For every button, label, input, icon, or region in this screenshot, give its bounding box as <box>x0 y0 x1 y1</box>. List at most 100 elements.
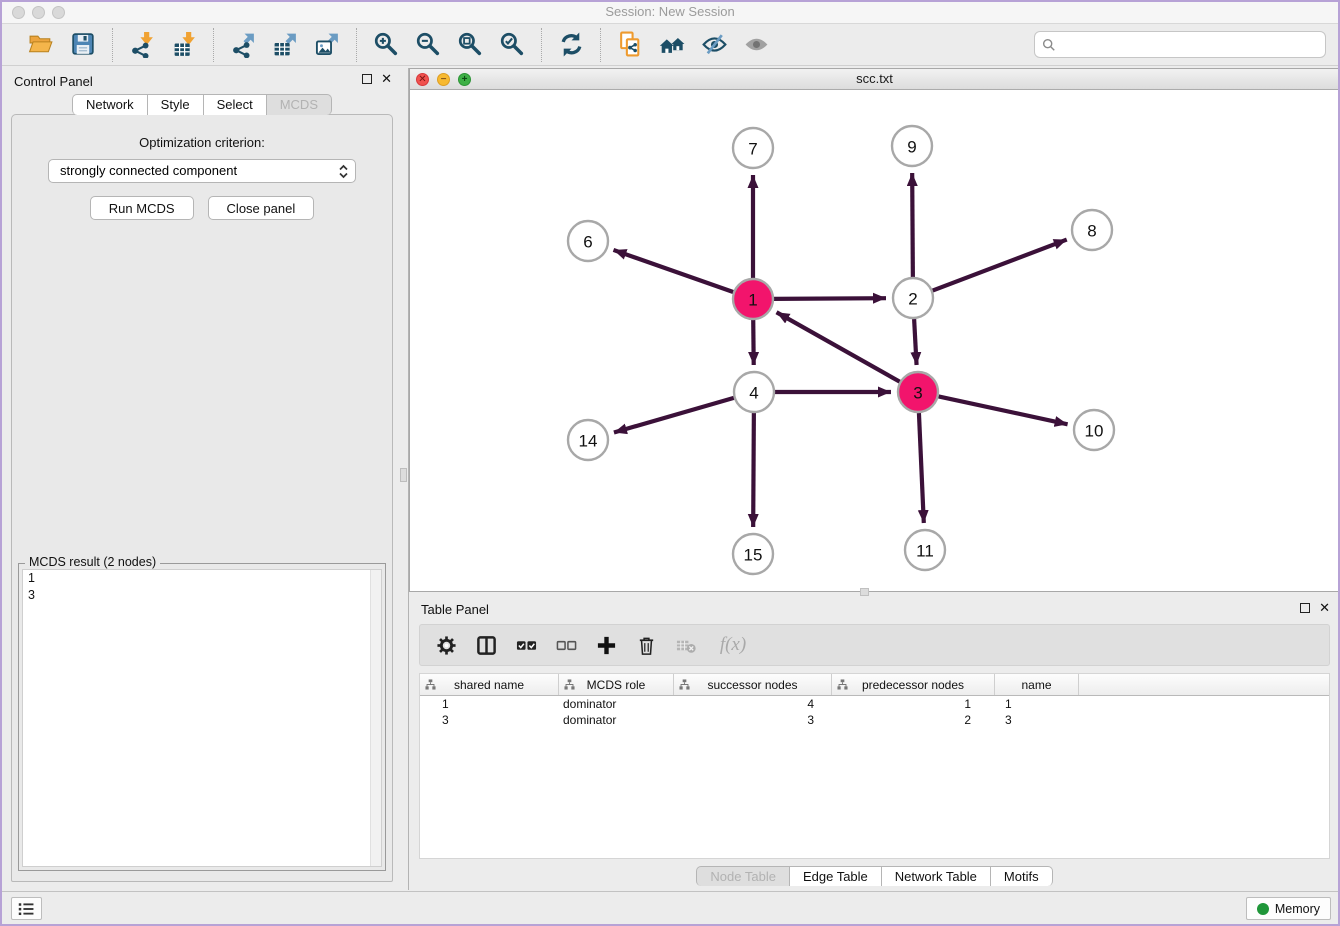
splitter-grip[interactable] <box>400 468 407 482</box>
cell-predecessor-nodes[interactable]: 2 <box>832 712 995 728</box>
node-11[interactable]: 11 <box>905 530 945 570</box>
optimization-criterion-select[interactable]: strongly connected component <box>48 159 356 183</box>
node-8[interactable]: 8 <box>1072 210 1112 250</box>
mcds-result-list[interactable]: 13 <box>22 569 382 867</box>
export-network-button[interactable] <box>228 30 258 60</box>
memory-button[interactable]: Memory <box>1246 897 1331 920</box>
open-file-button[interactable] <box>26 30 56 60</box>
close-panel-icon[interactable]: ✕ <box>381 74 392 84</box>
float-table-panel-icon[interactable] <box>1300 603 1310 613</box>
horizontal-splitter-grip[interactable] <box>860 588 869 596</box>
node-4[interactable]: 4 <box>734 372 774 412</box>
delete-columns-icon <box>636 635 657 656</box>
node-3[interactable]: 3 <box>898 372 938 412</box>
apply-preferred-layout-button[interactable] <box>556 30 586 60</box>
select-all-button[interactable] <box>514 633 538 657</box>
network-maximize-icon[interactable]: + <box>458 73 471 86</box>
node-2[interactable]: 2 <box>893 278 933 318</box>
node-7[interactable]: 7 <box>733 128 773 168</box>
node-9[interactable]: 9 <box>892 126 932 166</box>
network-window-titlebar[interactable]: ✕ − + scc.txt <box>410 69 1339 90</box>
edge-2-9[interactable] <box>912 173 913 277</box>
control-panel: Control Panel ✕ NetworkStyleSelectMCDS O… <box>4 68 400 890</box>
node-6[interactable]: 6 <box>568 221 608 261</box>
deselect-all-button[interactable] <box>554 633 578 657</box>
tab-select[interactable]: Select <box>204 94 267 115</box>
node-10[interactable]: 10 <box>1074 410 1114 450</box>
delete-columns-button[interactable] <box>634 633 658 657</box>
cell-successor-nodes[interactable]: 3 <box>674 712 832 728</box>
tab-network[interactable]: Network <box>72 94 148 115</box>
cell-MCDS-role[interactable]: dominator <box>559 712 674 728</box>
edge-4-15[interactable] <box>753 413 754 527</box>
column-header-name[interactable]: name <box>995 674 1079 695</box>
node-label: 11 <box>916 542 934 561</box>
tab-network-table[interactable]: Network Table <box>882 866 991 886</box>
cell-name[interactable]: 1 <box>995 696 1079 712</box>
cell-predecessor-nodes[interactable]: 1 <box>832 696 995 712</box>
import-network-button[interactable] <box>127 30 157 60</box>
zoom-fit-button[interactable] <box>455 30 485 60</box>
mcds-result-item[interactable]: 3 <box>23 587 381 604</box>
table-row[interactable]: 1dominator411 <box>420 696 1329 712</box>
column-header-successor-nodes[interactable]: successor nodes <box>674 674 832 695</box>
column-header-MCDS-role[interactable]: MCDS role <box>559 674 674 695</box>
float-panel-icon[interactable] <box>362 74 372 84</box>
hide-selected-button[interactable] <box>699 30 729 60</box>
tab-style[interactable]: Style <box>148 94 204 115</box>
panel-splitter[interactable] <box>400 68 409 890</box>
edge-4-14[interactable] <box>614 398 734 433</box>
cell-shared-name[interactable]: 3 <box>420 712 559 728</box>
export-image-button[interactable] <box>312 30 342 60</box>
edge-2-8[interactable] <box>933 240 1067 291</box>
table-settings-button[interactable] <box>434 633 458 657</box>
save-session-button[interactable] <box>68 30 98 60</box>
cell-successor-nodes[interactable]: 4 <box>674 696 832 712</box>
search-input[interactable] <box>1061 37 1325 52</box>
network-canvas[interactable]: 7 9 6 8 1 2 4 3 14 10 15 11 <box>410 90 1339 591</box>
network-graph[interactable]: 7 9 6 8 1 2 4 3 14 10 15 11 <box>410 90 1339 591</box>
zoom-out-button[interactable] <box>413 30 443 60</box>
cell-name[interactable]: 3 <box>995 712 1079 728</box>
close-table-panel-icon[interactable]: ✕ <box>1319 603 1330 613</box>
network-minimize-icon[interactable]: − <box>437 73 450 86</box>
edge-2-3[interactable] <box>914 319 916 365</box>
close-panel-button[interactable]: Close panel <box>208 196 315 220</box>
zoom-out-icon <box>415 31 442 58</box>
table-row[interactable]: 3dominator323 <box>420 712 1329 728</box>
tab-edge-table[interactable]: Edge Table <box>790 866 882 886</box>
edge-3-1[interactable] <box>777 312 900 381</box>
show-columns-button[interactable] <box>474 633 498 657</box>
cell-shared-name[interactable]: 1 <box>420 696 559 712</box>
tab-mcds[interactable]: MCDS <box>267 94 332 115</box>
tab-node-table[interactable]: Node Table <box>696 866 790 886</box>
zoom-selected-icon <box>499 31 526 58</box>
run-mcds-button[interactable]: Run MCDS <box>90 196 194 220</box>
edge-1-6[interactable] <box>613 250 733 292</box>
task-list-icon <box>18 902 35 916</box>
node-15[interactable]: 15 <box>733 534 773 574</box>
mcds-result-item[interactable]: 1 <box>23 570 381 587</box>
column-header-predecessor-nodes[interactable]: predecessor nodes <box>832 674 995 695</box>
zoom-in-button[interactable] <box>371 30 401 60</box>
function-builder-icon: f(x) <box>720 634 746 656</box>
duplicate-network-button[interactable] <box>615 30 645 60</box>
search-box[interactable] <box>1034 31 1326 58</box>
import-table-button[interactable] <box>169 30 199 60</box>
mcds-tab-content: Optimization criterion: strongly connect… <box>11 114 393 882</box>
task-history-button[interactable] <box>11 897 42 920</box>
tab-motifs[interactable]: Motifs <box>991 866 1053 886</box>
zoom-selected-button[interactable] <box>497 30 527 60</box>
node-1[interactable]: 1 <box>733 279 773 319</box>
cell-MCDS-role[interactable]: dominator <box>559 696 674 712</box>
node-14[interactable]: 14 <box>568 420 608 460</box>
edge-3-11[interactable] <box>919 413 924 523</box>
edge-3-10[interactable] <box>939 396 1068 424</box>
column-header-shared-name[interactable]: shared name <box>420 674 559 695</box>
export-table-button[interactable] <box>270 30 300 60</box>
create-column-button[interactable] <box>594 633 618 657</box>
result-list-scrollbar[interactable] <box>370 570 381 866</box>
network-close-icon[interactable]: ✕ <box>416 73 429 86</box>
show-all-networks-button[interactable] <box>657 30 687 60</box>
edge-1-2[interactable] <box>774 298 886 299</box>
